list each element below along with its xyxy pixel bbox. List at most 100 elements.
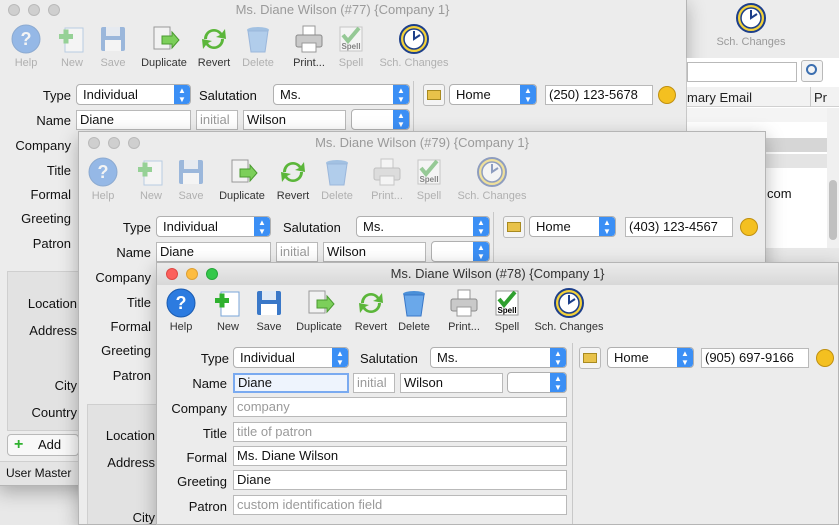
status-user-master: User Master — [6, 466, 72, 480]
phone-input[interactable]: (403) 123-4567 — [625, 217, 733, 237]
title-label: Title — [202, 426, 227, 441]
table-header: mary Email Pr — [687, 87, 839, 107]
city-label: City — [54, 378, 77, 393]
phone-settings-icon[interactable] — [816, 349, 834, 367]
type-value: Individual — [163, 219, 218, 234]
formal-label: Formal — [186, 450, 227, 465]
search-button[interactable] — [801, 60, 823, 82]
clock-icon — [554, 288, 584, 318]
suffix-select[interactable]: ▲ ▼ — [431, 241, 490, 262]
minimize-button[interactable] — [186, 268, 198, 280]
revert-icon — [202, 28, 226, 49]
formal-label: Formal — [30, 187, 71, 202]
window-78: Ms. Diane Wilson (#78) {Company 1} ? Hel… — [156, 262, 839, 525]
table-search-input[interactable] — [687, 62, 797, 82]
first-name-input[interactable]: Diane — [233, 373, 349, 393]
close-button[interactable] — [8, 4, 20, 16]
toolbar: ? Help New Save Duplicate Revert Delete … — [0, 21, 686, 79]
table-scrollbar[interactable] — [827, 108, 839, 248]
svg-text:Spell: Spell — [419, 175, 438, 184]
phone-book-button[interactable] — [579, 347, 601, 369]
window-title: Ms. Diane Wilson (#79) {Company 1} — [315, 135, 529, 150]
type-label: Type — [42, 88, 71, 103]
salutation-select[interactable]: Ms. ▲ ▼ — [273, 84, 410, 105]
add-icon: + — [14, 436, 24, 453]
middle-initial-input[interactable]: initial — [276, 242, 318, 262]
first-name-input[interactable]: Diane — [76, 110, 191, 130]
select-chevron-icon: ▲ ▼ — [174, 85, 190, 104]
spell-check-icon: Spell — [339, 26, 363, 52]
sch-changes-button[interactable]: Sch. Changes — [447, 156, 537, 203]
phone-input[interactable]: (905) 697-9166 — [701, 348, 809, 368]
minimize-button[interactable] — [28, 4, 40, 16]
greeting-label: Greeting — [177, 474, 227, 489]
col-pr[interactable]: Pr — [814, 90, 827, 105]
sch-changes-label: Sch. Changes — [534, 321, 604, 333]
type-select[interactable]: Individual ▲ ▼ — [233, 347, 349, 368]
phone-book-icon — [583, 353, 597, 363]
salutation-select[interactable]: Ms. ▲ ▼ — [430, 347, 567, 368]
sch-changes-button[interactable]: Sch. Changes — [524, 287, 614, 334]
greeting-input[interactable]: Diane — [233, 470, 567, 490]
patron-input[interactable]: custom identification field — [233, 495, 567, 515]
title-input[interactable]: title of patron — [233, 422, 567, 442]
phone-settings-icon[interactable] — [658, 86, 676, 104]
suffix-select[interactable]: ▲ ▼ — [351, 109, 410, 130]
phone-type-value: Home — [536, 219, 571, 234]
add-button[interactable]: + Add — [7, 434, 79, 456]
close-button[interactable] — [88, 137, 100, 149]
salutation-label: Salutation — [199, 88, 257, 103]
greeting-label: Greeting — [21, 211, 71, 226]
phone-book-button[interactable] — [503, 216, 525, 238]
trash-icon — [326, 160, 348, 186]
middle-initial-input[interactable]: initial — [353, 373, 395, 393]
salutation-select[interactable]: Ms. ▲ ▼ — [356, 216, 490, 237]
background-window: Sch. Changes — [684, 0, 839, 58]
zoom-button[interactable] — [48, 4, 60, 16]
minimize-button[interactable] — [108, 137, 120, 149]
select-chevron-icon: ▲ ▼ — [473, 242, 489, 261]
toolbar: ? Help New Save Duplicate Revert Delete … — [157, 285, 838, 343]
phone-input[interactable]: (250) 123-5678 — [545, 85, 653, 105]
salutation-value: Ms. — [437, 350, 458, 365]
title-label: Title — [46, 163, 71, 178]
type-value: Individual — [83, 87, 138, 102]
close-button[interactable] — [166, 268, 178, 280]
printer-icon — [450, 289, 478, 317]
phone-type-select[interactable]: Home ▲ ▼ — [449, 84, 537, 105]
sch-changes-button[interactable]: Sch. Changes — [369, 23, 459, 70]
last-name-input[interactable]: Wilson — [243, 110, 346, 130]
formal-input[interactable]: Ms. Diane Wilson — [233, 446, 567, 466]
phone-settings-icon[interactable] — [740, 218, 758, 236]
svg-text:?: ? — [21, 29, 32, 49]
type-label: Type — [122, 220, 151, 235]
company-input[interactable]: company — [233, 397, 567, 417]
phone-type-select[interactable]: Home ▲ ▼ — [529, 216, 616, 237]
type-select[interactable]: Individual ▲ ▼ — [76, 84, 191, 105]
zoom-button[interactable] — [206, 268, 218, 280]
sch-changes-label: Sch. Changes — [379, 57, 449, 69]
clock-icon — [477, 157, 507, 187]
patron-label: Patron — [112, 368, 151, 383]
salutation-label: Salutation — [360, 351, 418, 366]
select-chevron-icon: ▲ ▼ — [550, 373, 566, 392]
table-row[interactable] — [687, 108, 827, 122]
phone-book-button[interactable] — [423, 84, 445, 106]
zoom-button[interactable] — [128, 137, 140, 149]
scroll-thumb[interactable] — [829, 180, 837, 240]
window-title: Ms. Diane Wilson (#77) {Company 1} — [235, 2, 450, 17]
last-name-input[interactable]: Wilson — [400, 373, 503, 393]
first-name-input[interactable]: Diane — [156, 242, 271, 262]
phone-type-select[interactable]: Home ▲ ▼ — [607, 347, 694, 368]
select-chevron-icon: ▲ ▼ — [473, 217, 489, 236]
suffix-select[interactable]: ▲ ▼ — [507, 372, 567, 393]
help-icon: ? — [11, 24, 41, 54]
middle-initial-input[interactable]: initial — [196, 110, 238, 130]
type-select[interactable]: Individual ▲ ▼ — [156, 216, 271, 237]
last-name-input[interactable]: Wilson — [323, 242, 426, 262]
bg-sch-changes-button[interactable]: Sch. Changes — [706, 2, 796, 49]
col-primary-email[interactable]: mary Email — [687, 90, 752, 105]
search-icon — [806, 64, 817, 75]
address-label: Address — [29, 323, 77, 338]
salutation-value: Ms. — [363, 219, 384, 234]
